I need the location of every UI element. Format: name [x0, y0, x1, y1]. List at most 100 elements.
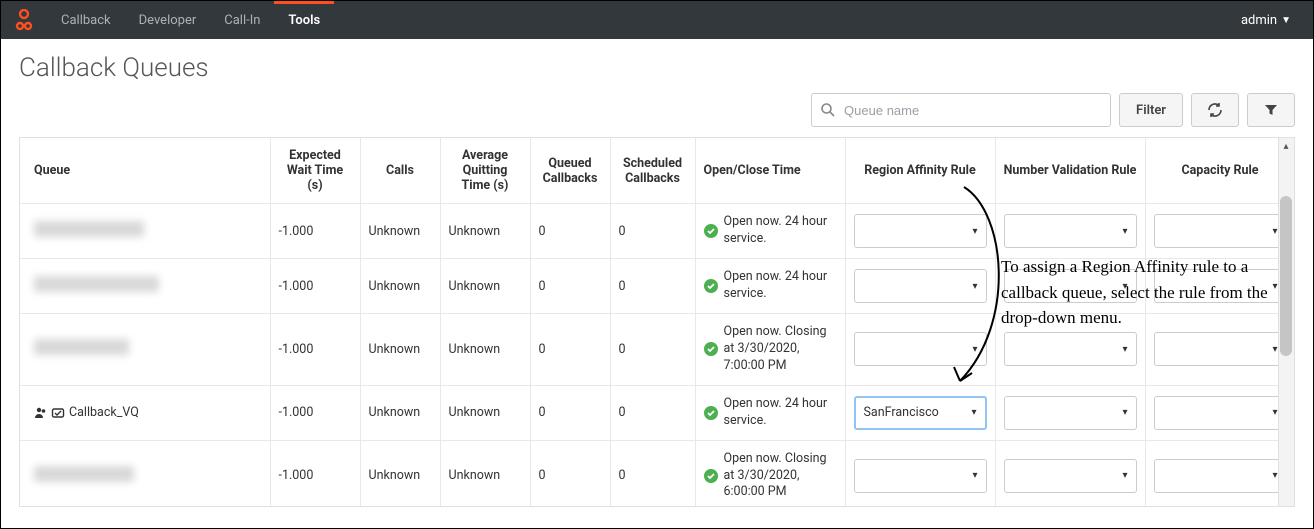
toolbar: Filter — [1, 93, 1313, 137]
chevron-down-icon: ▼ — [1281, 15, 1291, 26]
region-affinity-rule-cell: ▾ — [845, 440, 995, 507]
expected-wait-cell: -1.000 — [270, 314, 360, 386]
filter-button[interactable]: Filter — [1119, 93, 1183, 127]
redacted-label — [34, 221, 144, 237]
col-calls[interactable]: Calls — [360, 138, 440, 204]
calls-cell: Unknown — [360, 440, 440, 507]
open-close-text: Open now. Closing at 3/30/2020, 6:00:00 … — [724, 451, 837, 502]
redacted-label — [34, 466, 134, 482]
nav-callin[interactable]: Call-In — [210, 1, 274, 39]
chevron-down-icon: ▾ — [1272, 226, 1277, 237]
col-expected-wait[interactable]: Expected Wait Time (s) — [270, 138, 360, 204]
queue-cell[interactable] — [20, 314, 270, 386]
queue-name: Callback_VQ — [69, 405, 139, 420]
region-affinity-rule-dropdown[interactable]: ▾ — [854, 459, 987, 493]
number-validation-rule-dropdown[interactable]: ▾ — [1004, 396, 1137, 430]
number-validation-rule-dropdown[interactable]: ▾ — [1004, 269, 1137, 303]
number-validation-rule-cell: ▾ — [995, 440, 1145, 507]
expected-wait-cell: -1.000 — [270, 204, 360, 259]
scheduled-callbacks-cell: 0 — [610, 314, 695, 386]
queues-table: Queue Expected Wait Time (s) Calls Avera… — [19, 137, 1295, 507]
page-title: Callback Queues — [19, 53, 1295, 83]
region-affinity-rule-dropdown[interactable]: ▾ — [854, 332, 987, 366]
number-validation-rule-cell: ▾ — [995, 385, 1145, 440]
calls-cell: Unknown — [360, 385, 440, 440]
region-affinity-rule-dropdown[interactable]: ▾ — [854, 214, 987, 248]
col-avg-quitting[interactable]: Average Quitting Time (s) — [440, 138, 530, 204]
search-icon — [820, 102, 836, 118]
search-box[interactable] — [811, 93, 1111, 127]
calls-cell: Unknown — [360, 259, 440, 314]
table-row: -1.000UnknownUnknown00Open now. 24 hour … — [20, 259, 1295, 314]
app-logo-icon — [13, 9, 35, 31]
capacity-rule-cell: ▾ — [1145, 385, 1295, 440]
queue-cell[interactable] — [20, 204, 270, 259]
chevron-down-icon: ▾ — [972, 470, 977, 481]
scheduled-callbacks-cell: 0 — [610, 385, 695, 440]
capacity-rule-dropdown[interactable]: ▾ — [1154, 269, 1287, 303]
avg-quitting-cell: Unknown — [440, 259, 530, 314]
queued-callbacks-cell: 0 — [530, 440, 610, 507]
col-capacity-rule[interactable]: Capacity Rule — [1145, 138, 1295, 204]
col-open-close[interactable]: Open/Close Time — [695, 138, 845, 204]
region-affinity-rule-cell: ▾ — [845, 204, 995, 259]
region-affinity-rule-cell: ▾ — [845, 314, 995, 386]
capacity-rule-dropdown[interactable]: ▾ — [1154, 214, 1287, 248]
queued-callbacks-cell: 0 — [530, 385, 610, 440]
scroll-up-icon[interactable]: ▴ — [1278, 138, 1294, 154]
expected-wait-cell: -1.000 — [270, 385, 360, 440]
number-validation-rule-dropdown[interactable]: ▾ — [1004, 459, 1137, 493]
open-close-cell: Open now. 24 hour service. — [695, 385, 845, 440]
open-close-text: Open now. 24 hour service. — [724, 269, 837, 303]
col-scheduled-callbacks[interactable]: Scheduled Callbacks — [610, 138, 695, 204]
region-affinity-rule-value: SanFrancisco — [864, 405, 939, 420]
number-validation-rule-dropdown[interactable]: ▾ — [1004, 332, 1137, 366]
status-ok-icon — [704, 406, 718, 420]
queue-cell[interactable] — [20, 440, 270, 507]
avg-quitting-cell: Unknown — [440, 440, 530, 507]
refresh-icon — [1207, 102, 1223, 118]
capacity-rule-dropdown[interactable]: ▾ — [1154, 459, 1287, 493]
status-ok-icon — [704, 469, 718, 483]
queue-cell[interactable]: Callback_VQ — [20, 385, 270, 440]
nav-callback[interactable]: Callback — [47, 1, 125, 39]
nav-tools[interactable]: Tools — [274, 1, 334, 39]
capacity-rule-cell: ▾ — [1145, 314, 1295, 386]
queued-callbacks-cell: 0 — [530, 259, 610, 314]
chevron-down-icon: ▾ — [972, 226, 977, 237]
vertical-scrollbar[interactable]: ▴ — [1278, 138, 1294, 506]
capacity-rule-dropdown[interactable]: ▾ — [1154, 396, 1287, 430]
col-number-validation[interactable]: Number Validation Rule — [995, 138, 1145, 204]
chevron-down-icon: ▾ — [1272, 470, 1277, 481]
region-affinity-rule-dropdown[interactable]: SanFrancisco▾ — [854, 396, 987, 430]
avg-quitting-cell: Unknown — [440, 385, 530, 440]
user-menu[interactable]: admin ▼ — [1227, 13, 1305, 28]
chevron-down-icon: ▾ — [1122, 226, 1127, 237]
funnel-button[interactable] — [1247, 93, 1295, 127]
chevron-down-icon: ▾ — [1272, 344, 1277, 355]
open-close-cell: Open now. 24 hour service. — [695, 204, 845, 259]
capacity-rule-dropdown[interactable]: ▾ — [1154, 332, 1287, 366]
capacity-rule-cell: ▾ — [1145, 204, 1295, 259]
refresh-button[interactable] — [1191, 93, 1239, 127]
col-queued-callbacks[interactable]: Queued Callbacks — [530, 138, 610, 204]
queued-callbacks-cell: 0 — [530, 204, 610, 259]
expected-wait-cell: -1.000 — [270, 259, 360, 314]
queue-cell[interactable] — [20, 259, 270, 314]
status-ok-icon — [704, 224, 718, 238]
col-queue[interactable]: Queue — [20, 138, 270, 204]
table-row: -1.000UnknownUnknown00Open now. Closing … — [20, 314, 1295, 386]
calls-cell: Unknown — [360, 314, 440, 386]
number-validation-rule-dropdown[interactable]: ▾ — [1004, 214, 1137, 248]
chevron-down-icon: ▾ — [1122, 344, 1127, 355]
redacted-label — [34, 339, 129, 355]
region-affinity-rule-dropdown[interactable]: ▾ — [854, 269, 987, 303]
scheduled-callbacks-cell: 0 — [610, 440, 695, 507]
search-input[interactable] — [842, 102, 1102, 119]
scroll-thumb[interactable] — [1280, 196, 1292, 356]
number-validation-rule-cell: ▾ — [995, 259, 1145, 314]
col-region-affinity[interactable]: Region Affinity Rule — [845, 138, 995, 204]
scheduled-callbacks-cell: 0 — [610, 204, 695, 259]
nav-developer[interactable]: Developer — [125, 1, 211, 39]
callback-icon — [51, 406, 65, 420]
